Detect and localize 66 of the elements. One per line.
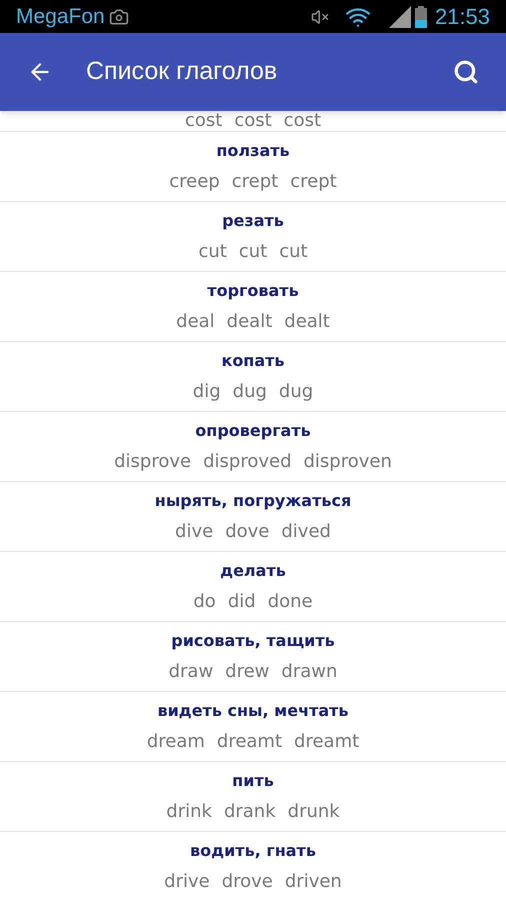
verb-form: disproven	[304, 452, 392, 470]
verb-form: crept	[232, 172, 278, 190]
verb-form: disproved	[203, 452, 292, 470]
verb-form: drink	[166, 802, 212, 820]
verb-row[interactable]: ползать creep crept crept	[0, 132, 506, 202]
verb-translation: нырять, погружаться	[154, 492, 352, 508]
verb-row[interactable]: водить, гнать drive drove driven	[0, 832, 506, 900]
verb-form: dug	[278, 382, 314, 400]
verb-form: drank	[224, 802, 276, 820]
verb-form: creep	[169, 172, 220, 190]
verb-form: dealt	[284, 312, 330, 330]
verb-translation: видеть сны, мечтать	[157, 702, 349, 718]
verb-row[interactable]: пить drink drank drunk	[0, 762, 506, 832]
verb-form: dived	[281, 522, 331, 540]
verb-form: dream	[146, 732, 205, 750]
verb-translation: водить, гнать	[190, 842, 316, 858]
verb-form: drive	[164, 872, 210, 890]
verb-form: drew	[225, 662, 270, 680]
verb-form: cut	[238, 242, 268, 260]
verb-row[interactable]: торговать deal dealt dealt	[0, 272, 506, 342]
verb-form: drawn	[281, 662, 338, 680]
verb-form: drove	[222, 872, 273, 890]
verb-form: deal	[176, 312, 215, 330]
verb-translation: делать	[220, 562, 286, 578]
mute-icon	[310, 8, 329, 26]
screenshot-icon	[108, 6, 129, 26]
verb-row[interactable]: видеть сны, мечтать dream dreamt dreamt	[0, 692, 506, 762]
search-button[interactable]	[452, 58, 480, 86]
verb-row[interactable]: нырять, погружаться dive dove dived	[0, 482, 506, 552]
verb-form: done	[268, 592, 313, 610]
verb-form: do	[193, 592, 216, 610]
verb-row[interactable]: опровергать disprove disproved disproven	[0, 412, 506, 482]
verb-translation: рисовать, тащить	[171, 632, 335, 648]
verb-form: driven	[284, 872, 342, 890]
verb-form: cut	[198, 242, 227, 260]
verb-form: cost	[284, 112, 322, 130]
verb-form: crept	[290, 172, 337, 190]
verb-row[interactable]: делать do did done	[0, 552, 506, 622]
verb-form: dug	[232, 382, 267, 400]
verb-form: drunk	[288, 802, 340, 820]
carrier-name: MegaFon	[16, 4, 105, 30]
verb-row[interactable]: копать dig dug dug	[0, 342, 506, 412]
verb-translation: копать	[221, 352, 285, 368]
verb-row[interactable]: рисовать, тащить draw drew drawn	[0, 622, 506, 692]
verb-row[interactable]: резать cut cut cut	[0, 202, 506, 272]
verb-form: draw	[168, 662, 214, 680]
verb-form: did	[228, 592, 256, 610]
signal-icon	[388, 6, 411, 28]
verb-form: cut	[279, 242, 308, 260]
verb-form: disprove	[114, 452, 192, 470]
verb-translation: ползать	[216, 142, 290, 158]
verb-form: dove	[225, 522, 270, 540]
battery-icon	[414, 6, 427, 28]
verb-form: dreamt	[216, 732, 282, 750]
verb-form: dive	[175, 522, 214, 540]
screen-title: Список глаголов	[86, 56, 278, 88]
verb-form: dealt	[226, 312, 272, 330]
verb-translation: пить	[232, 772, 274, 788]
verb-form: cost	[184, 112, 222, 130]
verb-translation: резать	[222, 212, 284, 228]
verb-translation: опровергать	[195, 422, 311, 438]
verb-form: dreamt	[294, 732, 360, 750]
clock: 21:53	[434, 3, 490, 31]
verb-translation: торговать	[207, 282, 299, 298]
verb-form: dig	[192, 382, 221, 400]
verb-form: cost	[234, 112, 272, 130]
